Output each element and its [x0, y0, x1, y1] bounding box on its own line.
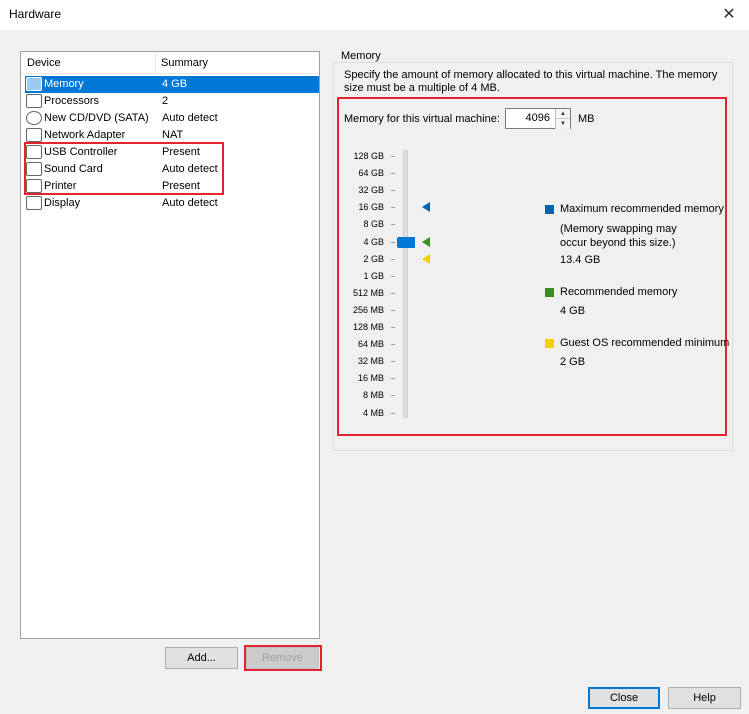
scale-tick-mark	[391, 292, 395, 294]
scale-tick-label: 16 GB	[358, 202, 384, 213]
memory-field-label: Memory for this virtual machine:	[344, 113, 500, 125]
memory-slider-thumb[interactable]	[397, 236, 415, 248]
recommended-label: Recommended memory	[560, 286, 678, 298]
device-name: New CD/DVD (SATA)	[44, 112, 149, 124]
memory-size-value[interactable]: 4096	[526, 112, 550, 124]
guest-min-label: Guest OS recommended minimum	[560, 337, 730, 349]
recommended-color-icon	[545, 288, 554, 297]
memory-icon	[26, 77, 42, 91]
device-name: Processors	[44, 95, 100, 107]
max-recommended-color-icon	[545, 205, 554, 214]
scale-tick-label: 256 MB	[352, 304, 384, 315]
scale-tick-label: 64 GB	[358, 168, 384, 179]
processor-icon	[26, 94, 42, 108]
highlight-memory-settings	[337, 97, 727, 436]
spin-up-icon[interactable]: ▲	[555, 109, 570, 119]
scale-tick-label: 4 GB	[363, 236, 384, 247]
add-button[interactable]: Add...	[165, 647, 238, 669]
scale-tick-mark	[391, 412, 395, 414]
device-list-header: Device Summary	[21, 52, 319, 74]
scale-tick-label: 2 GB	[363, 253, 384, 264]
device-summary: Auto detect	[162, 112, 218, 124]
recommended-value: 4 GB	[560, 305, 586, 317]
scale-tick-mark	[391, 207, 395, 209]
scale-tick-mark	[391, 241, 395, 243]
device-row-cd-dvd[interactable]: New CD/DVD (SATA) Auto detect	[25, 110, 319, 127]
scale-tick-label: 32 MB	[357, 356, 384, 367]
guest-min-value: 2 GB	[560, 356, 586, 368]
scale-tick-mark	[391, 361, 395, 363]
memory-group-label: Memory	[338, 50, 384, 62]
memory-unit: MB	[578, 113, 595, 125]
scale-tick-mark	[391, 156, 395, 157]
scale-tick-label: 32 GB	[358, 185, 384, 196]
display-icon	[26, 196, 42, 210]
memory-description: Specify the amount of memory allocated t…	[344, 69, 718, 94]
scale-tick-label: 64 MB	[357, 339, 384, 350]
scale-tick-mark	[391, 344, 395, 346]
device-summary: NAT	[162, 129, 184, 141]
device-summary: Auto detect	[162, 197, 218, 209]
scale-tick-mark	[391, 258, 395, 260]
scale-tick-mark	[391, 327, 395, 328]
scale-tick-label: 4 MB	[362, 407, 384, 418]
device-summary: 4 GB	[162, 78, 188, 90]
column-separator[interactable]	[155, 52, 156, 74]
help-button[interactable]: Help	[668, 687, 741, 709]
device-name: Memory	[44, 78, 84, 90]
column-header-device[interactable]: Device	[27, 57, 61, 69]
column-header-summary[interactable]: Summary	[161, 57, 208, 69]
spin-down-icon[interactable]: ▼	[555, 119, 570, 129]
scale-tick-mark	[391, 395, 395, 397]
device-name: Display	[44, 197, 81, 209]
scale-tick-label: 16 MB	[357, 373, 384, 384]
title-bar: Hardware ✕	[0, 0, 749, 30]
scale-tick-mark	[391, 275, 395, 277]
guest-min-marker-icon	[422, 253, 430, 264]
network-adapter-icon	[26, 128, 42, 142]
scale-tick-mark	[391, 309, 395, 311]
recommended-marker-icon	[422, 236, 430, 247]
scale-tick-label: 8 GB	[363, 219, 384, 230]
close-button[interactable]: Close	[588, 687, 660, 709]
window-title: Hardware	[9, 7, 62, 21]
scale-tick-mark	[391, 190, 395, 192]
highlight-remove-button	[244, 645, 322, 671]
scale-tick-label: 128 GB	[353, 151, 384, 161]
device-name: Network Adapter	[44, 129, 126, 141]
scale-tick-label: 8 MB	[362, 390, 384, 401]
device-row-display[interactable]: Display Auto detect	[25, 195, 319, 212]
memory-size-stepper[interactable]: 4096 ▲ ▼	[505, 108, 571, 129]
max-recommended-label: Maximum recommended memory	[560, 203, 724, 215]
memory-slider-track[interactable]	[403, 150, 408, 418]
cd-dvd-icon	[26, 111, 42, 125]
device-summary: 2	[162, 95, 169, 107]
highlight-usb-sound-printer	[24, 142, 224, 195]
max-recommended-marker-icon	[422, 202, 430, 213]
device-row-memory[interactable]: Memory 4 GB	[25, 76, 319, 93]
device-row-processors[interactable]: Processors 2	[25, 93, 319, 110]
scale-tick-label: 128 MB	[352, 322, 384, 332]
scale-tick-mark	[391, 378, 395, 380]
scale-tick-mark	[391, 224, 395, 226]
guest-min-color-icon	[545, 339, 554, 348]
max-recommended-note: (Memory swapping may occur beyond this s…	[560, 223, 677, 249]
device-list: Device Summary Memory 4 GB Processors 2 …	[20, 51, 320, 639]
scale-tick-mark	[391, 173, 395, 175]
max-recommended-value: 13.4 GB	[560, 254, 601, 266]
scale-tick-label: 1 GB	[363, 270, 384, 281]
scale-tick-label: 512 MB	[352, 287, 384, 298]
close-icon[interactable]: ✕	[719, 4, 739, 24]
